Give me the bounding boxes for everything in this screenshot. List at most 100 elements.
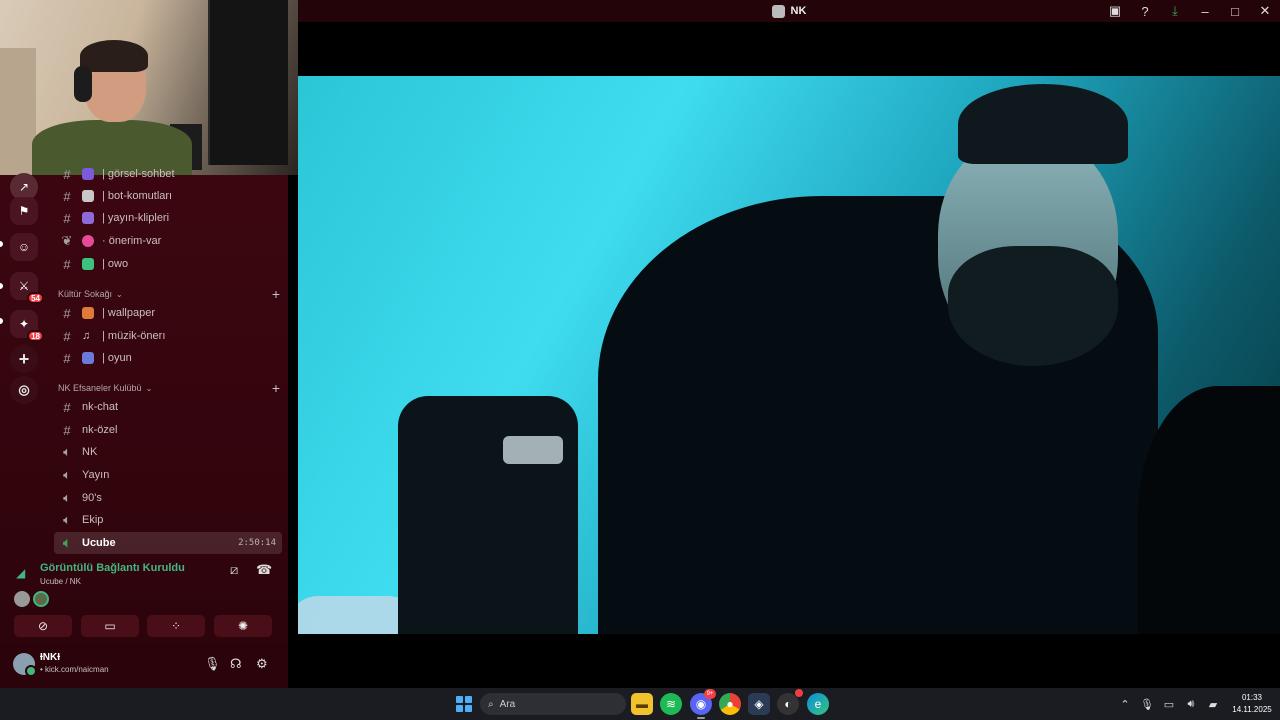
hash-icon: # [63,210,71,226]
volume-icon[interactable]: 🔊︎ [1180,698,1202,711]
mention-badge: 54 [27,292,44,304]
category-header[interactable]: Kültür Sokağı ⌄ + [58,286,280,302]
steam-icon[interactable]: ◈ [748,693,770,715]
channel-item[interactable]: # | wallpaper [54,302,282,324]
unread-pill [0,241,3,247]
gear-icon[interactable]: ⚙ [256,656,268,672]
voice-channel-item[interactable]: 🔈︎ NK [54,441,282,463]
channel-name: | görsel-sohbet [102,168,175,180]
chevron-up-icon[interactable]: ⌃ [1114,698,1136,711]
add-channel-icon[interactable]: + [272,286,280,302]
channel-item[interactable]: # ♫ | müzik-önerı [54,325,282,347]
voice-connection-panel: ◢ Görüntülü Bağlantı Kuruldu Ucube / NK … [0,558,288,643]
camera-off-icon[interactable]: ⊘ [14,615,72,637]
inbox-icon[interactable]: ▣ [1100,0,1130,22]
minimize-icon[interactable]: – [1190,0,1220,22]
add-server-icon[interactable]: + [10,345,38,373]
screen-share-icon[interactable]: ▭ [81,615,139,637]
hash-icon: # [63,166,71,182]
voice-status[interactable]: Görüntülü Bağlantı Kuruldu [40,562,185,574]
webcam-headphone [74,66,92,102]
user-panel: ƗNKƗ • kick.com/naicman 🎙︎ ☊ ⚙ [0,643,288,688]
maximize-icon[interactable]: □ [1220,0,1250,22]
clock-date: 14.11.2025 [1232,705,1272,714]
speaker-icon: 🔈︎ [63,444,71,459]
close-icon[interactable]: ✕ [1250,0,1280,22]
voice-channel-item[interactable]: 🔈︎ 90's [54,487,282,509]
server-folder[interactable]: ☺ [10,233,38,261]
obs-icon[interactable]: ◐ [777,689,803,715]
file-explorer-icon[interactable]: ▬ [631,693,653,715]
channel-item[interactable]: # | görsel-sohbet [54,163,282,185]
channel-emoji-icon [82,235,94,247]
windows-start-icon[interactable] [453,693,475,715]
hash-icon: # [63,350,71,366]
server-folder[interactable]: ⚔ 54 [10,272,44,304]
channel-name: nk-özel [82,424,118,436]
channel-name: | bot-komutları [102,190,173,202]
hash-icon: # [63,305,71,321]
channel-item[interactable]: ❦ · önerim-var [54,230,282,252]
help-icon[interactable]: ? [1130,0,1160,22]
channel-name: | müzik-önerı [102,330,166,342]
channel-name: · önerim-var [102,235,162,247]
disconnect-icon[interactable]: ☎ [256,562,272,578]
discord-sidebar: ↗ ⚑ ☺ ⚔ 54 ✦ 18 + ◎ # | görsel-sohbet # [0,167,288,688]
channel-item[interactable]: # | bot-komutları [54,185,282,207]
channel-name: nk-chat [82,401,119,413]
taskbar-search[interactable]: ⌕ Ara [480,693,626,715]
hash-icon: # [63,422,71,438]
battery-icon[interactable]: ▰ [1202,698,1224,711]
channel-emoji-icon [82,190,94,202]
channel-item[interactable]: # | owo [54,253,282,275]
add-channel-icon[interactable]: + [272,380,280,396]
headphones-icon[interactable]: ☊ [230,656,242,672]
channel-emoji-icon [82,212,94,224]
activities-icon[interactable]: ⁘ [147,615,205,637]
channel-item[interactable]: # nk-özel [54,419,282,441]
chrome-icon[interactable]: ● [719,693,741,715]
voice-channel-item[interactable]: 🔈︎ Yayın [54,464,282,486]
channel-name: Ucube [82,537,116,549]
discover-icon[interactable]: ◎ [10,376,38,404]
stream-video[interactable] [298,76,1280,634]
hash-icon: # [63,256,71,272]
avatar[interactable] [13,653,37,677]
noise-suppression-icon[interactable]: ⧄ [230,562,238,578]
spotify-icon[interactable]: ≋ [660,693,682,715]
channel-name: Yayın [82,469,110,481]
discord-icon[interactable]: ◉ 9+ [690,689,716,719]
soundboard-icon[interactable]: ✺ [214,615,272,637]
webcam-door [0,48,36,175]
speaker-icon: 🔈︎ [63,512,71,527]
edge-icon[interactable]: e [807,693,829,715]
channel-emoji-icon [82,168,94,180]
server-folder[interactable]: ✦ 18 [10,310,44,342]
download-icon[interactable]: ⤓ [1160,0,1190,22]
participant-avatar[interactable] [14,591,30,607]
unread-pill [0,283,3,289]
server-icon [771,4,785,18]
network-icon[interactable]: ▭ [1158,698,1180,711]
microphone-icon[interactable]: 🎙︎ [204,656,221,672]
stream-viewer[interactable] [288,22,1280,688]
user-name[interactable]: ƗNKƗ [40,652,60,663]
channel-emoji-icon [82,307,94,319]
microphone-icon[interactable]: 🎙︎ [1136,698,1158,711]
category-header[interactable]: NK Efsaneler Kulübü ⌄ + [58,380,280,396]
chair-logo [503,436,563,464]
windows-taskbar: ⌕ Ara ▬ ≋ ◉ 9+ ● ◈ ◐ e ⌃ 🎙︎ ▭ 🔊︎ ▰ 01:33… [0,688,1280,720]
channel-item[interactable]: # | oyun [54,347,282,369]
participant-avatar[interactable] [33,591,49,607]
window-title-group: NK [771,4,806,18]
voice-channel-item-active[interactable]: 🔈︎ Ucube 2:50:14 [54,532,282,554]
taskbar-clock[interactable]: 01:33 14.11.2025 [1224,692,1280,716]
voice-channel-item[interactable]: 🔈︎ Ekip [54,509,282,531]
channel-item[interactable]: # nk-chat [54,396,282,418]
voice-location[interactable]: Ucube / NK [40,577,81,586]
search-placeholder: Ara [499,698,516,710]
channel-name: | oyun [102,352,132,364]
server-folder[interactable]: ⚑ [10,197,38,225]
channel-name: NK [82,446,98,458]
channel-item[interactable]: # | yayın-klipleri [54,207,282,229]
